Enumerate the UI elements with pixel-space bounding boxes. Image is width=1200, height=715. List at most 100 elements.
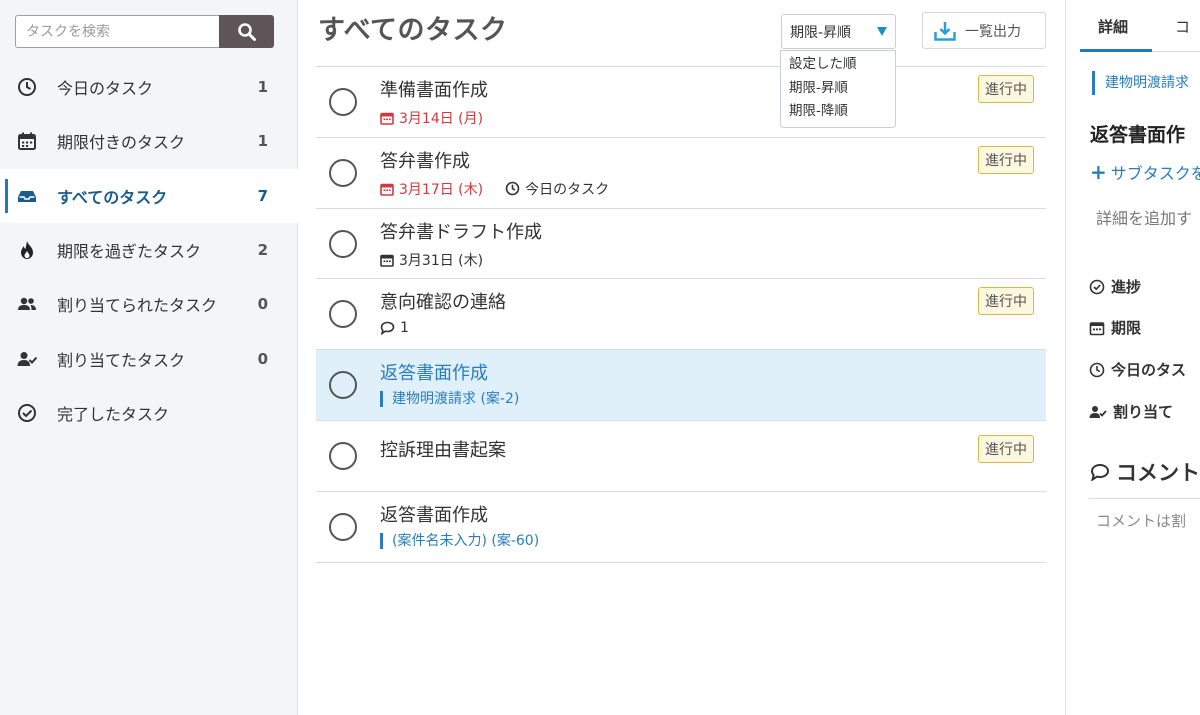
- detail-project-link[interactable]: 建物明渡請求: [1092, 71, 1189, 95]
- comment-heading-text: コメント: [1116, 461, 1200, 485]
- task-detail-panel: 詳細 コ 建物明渡請求 返答書面作 + サブタスクを 詳細を追加す 進捗 期限 …: [1067, 0, 1200, 715]
- sidebar-item-label: 期限付きのタスク: [57, 133, 186, 153]
- export-label: 一覧出力: [965, 23, 1021, 40]
- calendar-icon: [380, 253, 394, 267]
- field-today: 今日のタス: [1089, 359, 1186, 380]
- sidebar-item-completed[interactable]: 完了したタスク: [0, 386, 298, 440]
- dropdown-arrow-icon: [877, 27, 887, 36]
- calendar-icon: [1089, 320, 1105, 336]
- sidebar-item-count: 1: [257, 132, 268, 151]
- sidebar-item-with-due[interactable]: 期限付きのタスク 1: [0, 114, 298, 168]
- sort-option[interactable]: 設定した順: [781, 53, 895, 77]
- task-meta: 1: [380, 320, 409, 336]
- task-due-date: 3月17日 (木): [380, 179, 483, 199]
- search-box: [15, 15, 274, 48]
- check-circle-icon: [1089, 279, 1105, 295]
- sidebar-item-label: すべてのタスク: [57, 187, 168, 207]
- search-button[interactable]: [219, 15, 274, 48]
- task-name: 控訴理由書起案: [380, 439, 506, 461]
- comment-icon: [1090, 463, 1110, 481]
- user-check-icon: [17, 349, 37, 369]
- task-complete-checkbox[interactable]: [329, 371, 357, 400]
- comment-input[interactable]: コメントは割: [1096, 510, 1186, 531]
- sidebar-item-count: 0: [257, 349, 268, 368]
- sidebar-item-assigned-to-me[interactable]: 割り当てられたタスク 0: [0, 277, 298, 331]
- sidebar-item-label: 今日のタスク: [57, 79, 154, 99]
- task-complete-checkbox[interactable]: [329, 88, 357, 116]
- task-row[interactable]: 意向確認の連絡 1 進行中: [316, 279, 1046, 351]
- task-complete-checkbox[interactable]: [329, 441, 357, 470]
- task-row[interactable]: 準備書面作成 3月14日 (月) 進行中: [316, 67, 1046, 138]
- sort-option[interactable]: 期限-昇順: [781, 77, 895, 101]
- sidebar-item-assigned-by-me[interactable]: 割り当てたタスク 0: [0, 331, 298, 385]
- comment-icon: [380, 321, 395, 336]
- task-list: 準備書面作成 3月14日 (月) 進行中 答弁書作成 3月17日 (木) 今日の…: [316, 66, 1046, 563]
- task-complete-checkbox[interactable]: [329, 512, 357, 541]
- status-badge: 進行中: [978, 75, 1034, 103]
- field-progress: 進捗: [1089, 276, 1141, 297]
- sidebar-item-count: 7: [257, 186, 268, 205]
- inbox-icon: [17, 186, 37, 206]
- task-row[interactable]: 返答書面作成 (案件名未入力) (案-60): [316, 492, 1046, 563]
- fire-icon: [17, 240, 37, 260]
- sort-dropdown-menu: 設定した順 期限-昇順 期限-降順: [780, 50, 896, 128]
- sidebar-item-today[interactable]: 今日のタスク 1: [0, 60, 298, 114]
- task-due-date: 3月14日 (月): [380, 108, 483, 128]
- task-complete-checkbox[interactable]: [329, 158, 357, 187]
- clock-icon: [17, 77, 37, 97]
- detail-task-title[interactable]: 返答書面作: [1090, 120, 1185, 147]
- task-list-panel: すべてのタスク 期限-昇順 設定した順 期限-昇順 期限-降順 一覧出力 準備書…: [299, 0, 1066, 715]
- add-subtask-button[interactable]: + サブタスクを: [1090, 160, 1200, 184]
- field-assignee: 割り当て: [1089, 401, 1173, 422]
- task-row[interactable]: 控訴理由書起案 進行中: [316, 421, 1046, 492]
- task-complete-checkbox[interactable]: [329, 300, 357, 329]
- task-due-text: 3月17日 (木): [399, 181, 484, 198]
- tab-comments[interactable]: コ: [1175, 16, 1190, 37]
- task-meta: 建物明渡請求 (案-2): [380, 391, 519, 408]
- clock-icon: [1089, 362, 1105, 378]
- comment-heading: コメント: [1090, 457, 1200, 487]
- task-due-date: 3月31日 (木): [380, 250, 483, 270]
- task-name: 準備書面作成: [380, 80, 488, 101]
- sidebar-item-label: 割り当てられたタスク: [57, 296, 218, 316]
- field-due-date: 期限: [1089, 317, 1141, 338]
- task-complete-checkbox[interactable]: [329, 229, 357, 258]
- search-icon: [237, 22, 256, 41]
- sort-select[interactable]: 期限-昇順: [781, 14, 896, 49]
- task-row[interactable]: 答弁書ドラフト作成 3月31日 (木): [316, 209, 1046, 280]
- field-label: 進捗: [1111, 278, 1142, 296]
- task-today-tag: 今日のタスク: [505, 179, 609, 199]
- calendar-icon: [380, 111, 394, 125]
- sort-option[interactable]: 期限-降順: [781, 100, 895, 124]
- task-meta: (案件名未入力) (案-60): [380, 532, 539, 549]
- task-meta: 3月17日 (木) 今日のタスク: [380, 179, 609, 199]
- download-icon: [934, 21, 956, 41]
- plus-icon: +: [1090, 160, 1107, 184]
- sidebar-item-all[interactable]: すべてのタスク 7: [0, 168, 298, 223]
- task-name: 答弁書作成: [380, 150, 470, 172]
- calendar-icon: [380, 182, 394, 196]
- task-meta: 3月31日 (木): [380, 250, 483, 270]
- sidebar-item-count: 2: [257, 241, 268, 260]
- description-field[interactable]: 詳細を追加す: [1096, 205, 1192, 229]
- task-name: 返答書面作成: [380, 363, 488, 385]
- sidebar-item-label: 割り当てたタスク: [57, 350, 186, 370]
- sort-selected-value: 期限-昇順: [790, 24, 852, 41]
- field-label: 期限: [1111, 319, 1142, 337]
- task-name: 答弁書ドラフト作成: [380, 221, 542, 243]
- clock-icon: [505, 181, 520, 196]
- search-input[interactable]: [15, 15, 220, 48]
- task-project-link[interactable]: 建物明渡請求 (案-2): [380, 391, 519, 408]
- task-due-text: 3月31日 (木): [399, 252, 484, 269]
- sidebar-item-overdue[interactable]: 期限を過ぎたタスク 2: [0, 223, 298, 277]
- check-circle-icon: [17, 403, 37, 423]
- task-row[interactable]: 返答書面作成 建物明渡請求 (案-2): [316, 350, 1046, 421]
- active-tab-indicator: [1080, 49, 1152, 52]
- status-badge: 進行中: [978, 434, 1034, 463]
- tab-details[interactable]: 詳細: [1098, 16, 1128, 37]
- sidebar-nav: 今日のタスク 1 期限付きのタスク 1 すべてのタスク 7 期限を過ぎたタスク …: [0, 60, 298, 440]
- task-row[interactable]: 答弁書作成 3月17日 (木) 今日のタスク 進行中: [316, 138, 1046, 209]
- page-title: すべてのタスク: [318, 15, 508, 46]
- task-project-link[interactable]: (案件名未入力) (案-60): [380, 532, 539, 549]
- export-button[interactable]: 一覧出力: [922, 12, 1046, 49]
